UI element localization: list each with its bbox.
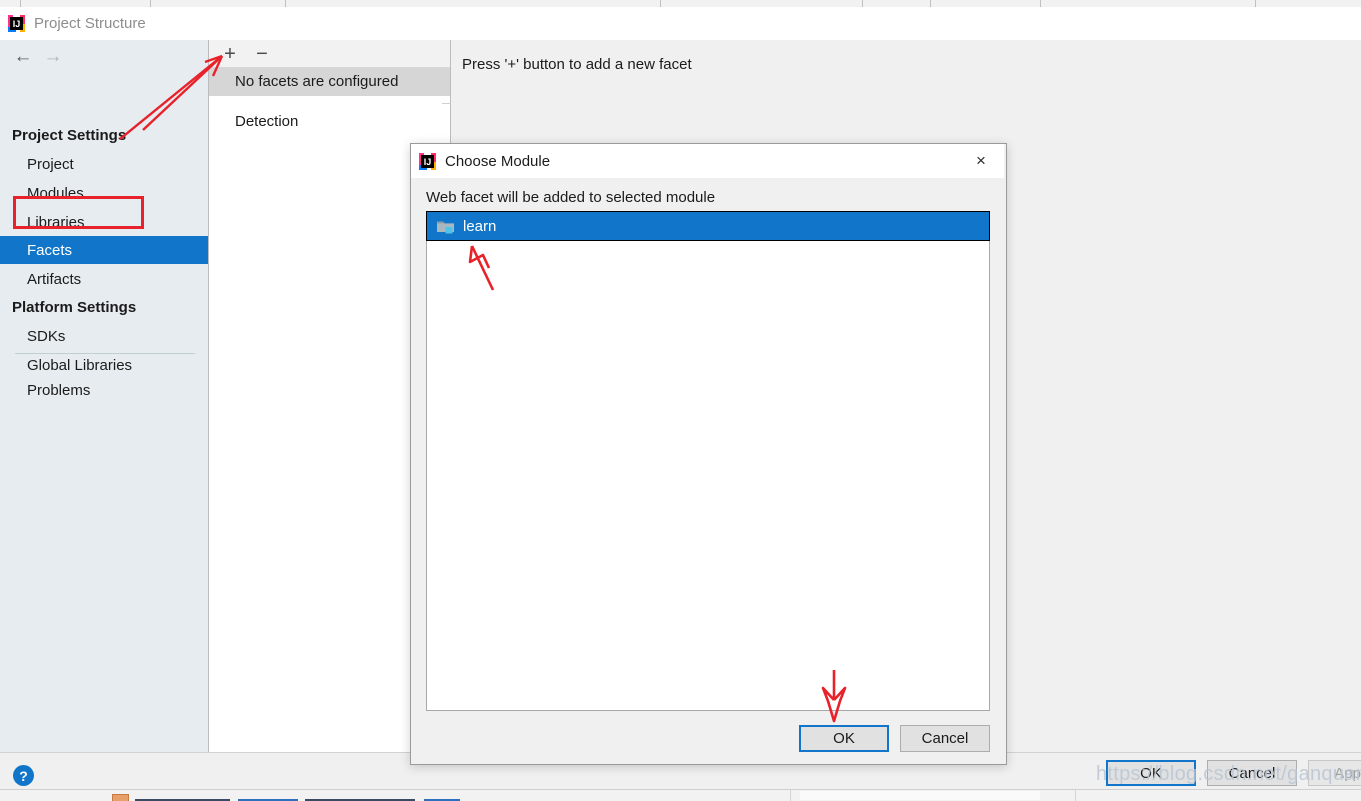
sidebar-item-label: Project	[27, 155, 74, 173]
facets-item-detection[interactable]: Detection	[209, 107, 450, 135]
arrow-right-icon[interactable]: →	[38, 44, 68, 70]
sidebar-item-label: SDKs	[27, 327, 66, 345]
dialog-title: Choose Module	[445, 152, 551, 170]
intellij-idea-icon: IJ	[8, 15, 25, 32]
sidebar-item-label: Modules	[27, 184, 84, 202]
remove-facet-button[interactable]: −	[248, 40, 276, 67]
svg-text:IJ: IJ	[424, 157, 432, 167]
settings-sidebar: ← → Project Settings Project Modules Lib…	[0, 40, 209, 752]
sidebar-item-label: Artifacts	[27, 270, 82, 288]
sidebar-item-project[interactable]: Project	[0, 150, 208, 178]
sidebar-item-label: Libraries	[27, 213, 85, 231]
list-item[interactable]: learn	[426, 211, 990, 241]
sidebar-group-project-settings: Project Settings	[12, 127, 127, 144]
intellij-idea-icon: IJ	[419, 152, 436, 170]
sidebar-item-global-libraries[interactable]: Global Libraries	[0, 351, 208, 379]
sidebar-item-label: Problems	[27, 381, 91, 399]
sidebar-item-artifacts[interactable]: Artifacts	[0, 265, 208, 293]
window-titlebar: IJ Project Structure	[0, 7, 1361, 40]
sidebar-item-modules[interactable]: Modules	[0, 179, 208, 207]
window-title: Project Structure	[34, 15, 146, 32]
sidebar-item-facets[interactable]: Facets	[0, 236, 208, 264]
list-item-label: learn	[463, 217, 497, 235]
sidebar-item-sdks[interactable]: SDKs	[0, 322, 208, 350]
svg-text:IJ: IJ	[13, 19, 21, 29]
sidebar-item-problems[interactable]: Problems	[0, 376, 208, 404]
dialog-cancel-button[interactable]: Cancel	[900, 725, 990, 752]
sidebar-divider	[15, 353, 195, 354]
module-folder-icon	[437, 219, 454, 234]
facets-empty-header: No facets are configured	[209, 67, 450, 96]
sidebar-group-platform-settings: Platform Settings	[12, 299, 137, 316]
add-facet-button[interactable]: +	[216, 40, 244, 67]
help-button[interactable]: ?	[13, 765, 34, 786]
dialog-ok-button[interactable]: OK	[799, 725, 889, 752]
facets-item-label: Detection	[235, 112, 299, 130]
sidebar-item-label: Facets	[27, 241, 73, 259]
module-list[interactable]: learn	[426, 211, 990, 711]
sidebar-nav-row: ← →	[0, 40, 208, 73]
facets-toolbar: + −	[209, 40, 450, 68]
underlying-window-bottom-sliver	[0, 789, 1361, 801]
watermark-text: https://blog.csdn.net/ganquanzhong	[1096, 763, 1361, 785]
dialog-titlebar: IJ Choose Module ×	[411, 144, 1004, 178]
dialog-subtitle: Web facet will be added to selected modu…	[426, 189, 716, 206]
sidebar-item-label: Global Libraries	[27, 356, 133, 374]
facet-detail-hint: Press '+' button to add a new facet	[462, 56, 692, 73]
facets-empty-header-label: No facets are configured	[235, 73, 399, 90]
sidebar-item-libraries[interactable]: Libraries	[0, 208, 208, 236]
choose-module-dialog: IJ Choose Module × Web facet will be add…	[410, 143, 1007, 765]
arrow-left-icon[interactable]: ←	[8, 44, 38, 70]
close-icon[interactable]: ×	[958, 144, 1004, 178]
